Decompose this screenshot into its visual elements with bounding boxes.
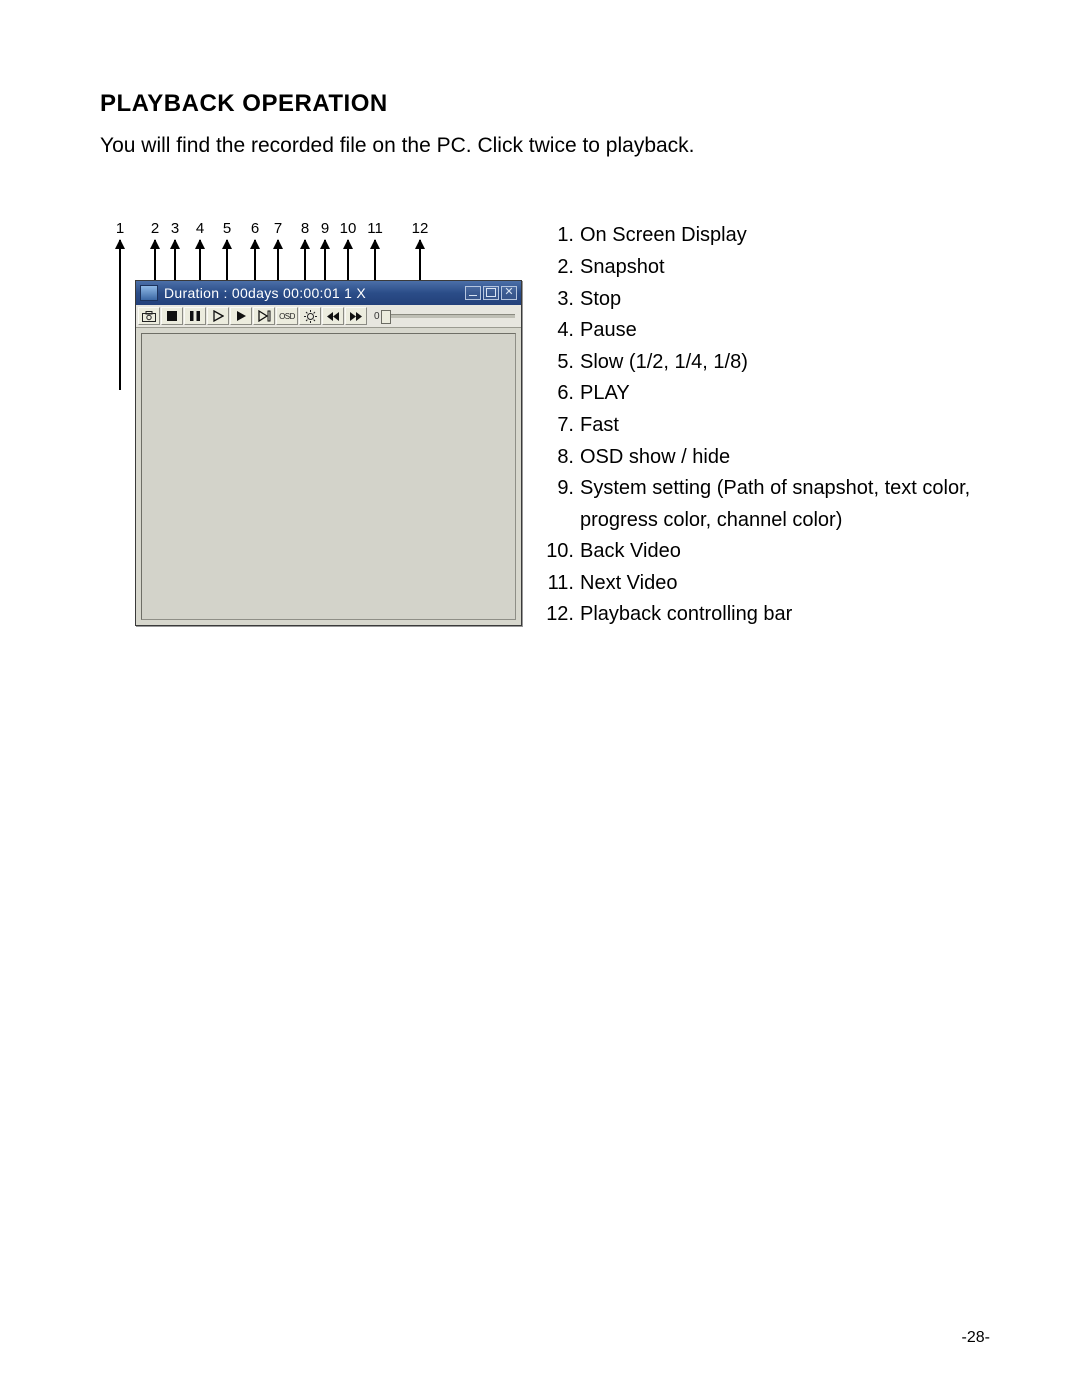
legend-text: Stop	[578, 284, 990, 316]
legend-column: 1.On Screen Display 2.Snapshot 3.Stop 4.…	[530, 220, 990, 631]
legend-text: System setting (Path of snapshot, text c…	[578, 473, 990, 536]
minimize-icon	[469, 295, 477, 296]
legend-item: 6.PLAY	[540, 378, 990, 410]
osd-text-icon: OSD	[279, 312, 295, 321]
legend-num: 6.	[540, 378, 578, 410]
settings-button[interactable]	[299, 307, 321, 325]
legend-text: On Screen Display	[578, 220, 990, 252]
play-icon	[236, 310, 247, 322]
titlebar[interactable]: Duration : 00days 00:00:01 1 X ✕	[136, 281, 521, 305]
next-video-button[interactable]	[345, 307, 367, 325]
legend-num: 5.	[540, 347, 578, 379]
callout-arrow-1	[119, 240, 121, 390]
legend-item: 12.Playback controlling bar	[540, 599, 990, 631]
fast-button[interactable]	[253, 307, 275, 325]
legend-item: 1.On Screen Display	[540, 220, 990, 252]
figure-column: 1 2 3 4 5 6 7 8 9 10 11 12	[100, 220, 530, 620]
section-title: PLAYBACK OPERATION	[100, 90, 990, 118]
player-diagram: 1 2 3 4 5 6 7 8 9 10 11 12	[100, 220, 530, 620]
minimize-button[interactable]	[465, 286, 481, 300]
intro-text: You will find the recorded file on the P…	[100, 132, 990, 160]
document-page: PLAYBACK OPERATION You will find the rec…	[0, 0, 1080, 1397]
legend-text: PLAY	[578, 378, 990, 410]
window-buttons: ✕	[465, 286, 517, 300]
pause-icon	[190, 311, 200, 321]
back-video-button[interactable]	[322, 307, 344, 325]
duration-text: Duration : 00days 00:00:01 1 X	[164, 285, 366, 301]
callout-number-10: 10	[340, 220, 357, 237]
slider-zero-label: 0	[374, 311, 380, 322]
content-columns: 1 2 3 4 5 6 7 8 9 10 11 12	[100, 220, 990, 631]
callout-number-6: 6	[251, 220, 259, 237]
callout-number-5: 5	[223, 220, 231, 237]
fastforward-icon	[349, 311, 363, 322]
legend-list: 1.On Screen Display 2.Snapshot 3.Stop 4.…	[540, 220, 990, 631]
legend-item: 10.Back Video	[540, 536, 990, 568]
camera-icon	[142, 311, 156, 322]
callout-number-3: 3	[171, 220, 179, 237]
legend-num: 9.	[540, 473, 578, 536]
legend-num: 8.	[540, 442, 578, 474]
page-number: -28-	[962, 1329, 990, 1347]
callout-number-8: 8	[301, 220, 309, 237]
legend-text: Fast	[578, 410, 990, 442]
legend-num: 7.	[540, 410, 578, 442]
legend-item: 8.OSD show / hide	[540, 442, 990, 474]
legend-item: 3.Stop	[540, 284, 990, 316]
callout-number-4: 4	[196, 220, 204, 237]
callout-number-11: 11	[367, 220, 383, 237]
playback-slider[interactable]: 0	[368, 307, 519, 325]
legend-num: 4.	[540, 315, 578, 347]
video-display-area	[141, 333, 516, 620]
slider-thumb[interactable]	[381, 310, 391, 324]
close-icon: ✕	[502, 287, 516, 298]
legend-text: Snapshot	[578, 252, 990, 284]
play-outline-icon	[213, 310, 224, 322]
legend-num: 3.	[540, 284, 578, 316]
close-button[interactable]: ✕	[501, 286, 517, 300]
legend-item: 4.Pause	[540, 315, 990, 347]
slow-button[interactable]	[207, 307, 229, 325]
fast-forward-icon	[258, 310, 271, 322]
callout-number-1: 1	[116, 220, 124, 237]
legend-text: Slow (1/2, 1/4, 1/8)	[578, 347, 990, 379]
legend-text: Next Video	[578, 568, 990, 600]
osd-button[interactable]: OSD	[276, 307, 298, 325]
callout-number-2: 2	[151, 220, 159, 237]
legend-item: 11.Next Video	[540, 568, 990, 600]
legend-item: 9.System setting (Path of snapshot, text…	[540, 473, 990, 536]
gear-icon	[304, 310, 317, 323]
legend-item: 7.Fast	[540, 410, 990, 442]
legend-num: 2.	[540, 252, 578, 284]
slider-track[interactable]	[383, 314, 515, 318]
maximize-button[interactable]	[483, 286, 499, 300]
play-button[interactable]	[230, 307, 252, 325]
legend-num: 1.	[540, 220, 578, 252]
stop-icon	[167, 311, 177, 321]
toolbar: OSD	[136, 305, 521, 328]
app-icon	[140, 285, 158, 301]
pause-button[interactable]	[184, 307, 206, 325]
legend-text: Back Video	[578, 536, 990, 568]
legend-text: Pause	[578, 315, 990, 347]
maximize-icon	[486, 288, 496, 297]
legend-num: 12.	[540, 599, 578, 631]
stop-button[interactable]	[161, 307, 183, 325]
rewind-icon	[326, 311, 340, 322]
legend-num: 11.	[540, 568, 578, 600]
legend-text: OSD show / hide	[578, 442, 990, 474]
legend-item: 5.Slow (1/2, 1/4, 1/8)	[540, 347, 990, 379]
snapshot-button[interactable]	[138, 307, 160, 325]
callout-number-7: 7	[274, 220, 282, 237]
legend-text: Playback controlling bar	[578, 599, 990, 631]
legend-num: 10.	[540, 536, 578, 568]
callout-number-12: 12	[412, 220, 429, 237]
callout-number-9: 9	[321, 220, 329, 237]
legend-item: 2.Snapshot	[540, 252, 990, 284]
player-window: Duration : 00days 00:00:01 1 X ✕	[135, 280, 522, 626]
